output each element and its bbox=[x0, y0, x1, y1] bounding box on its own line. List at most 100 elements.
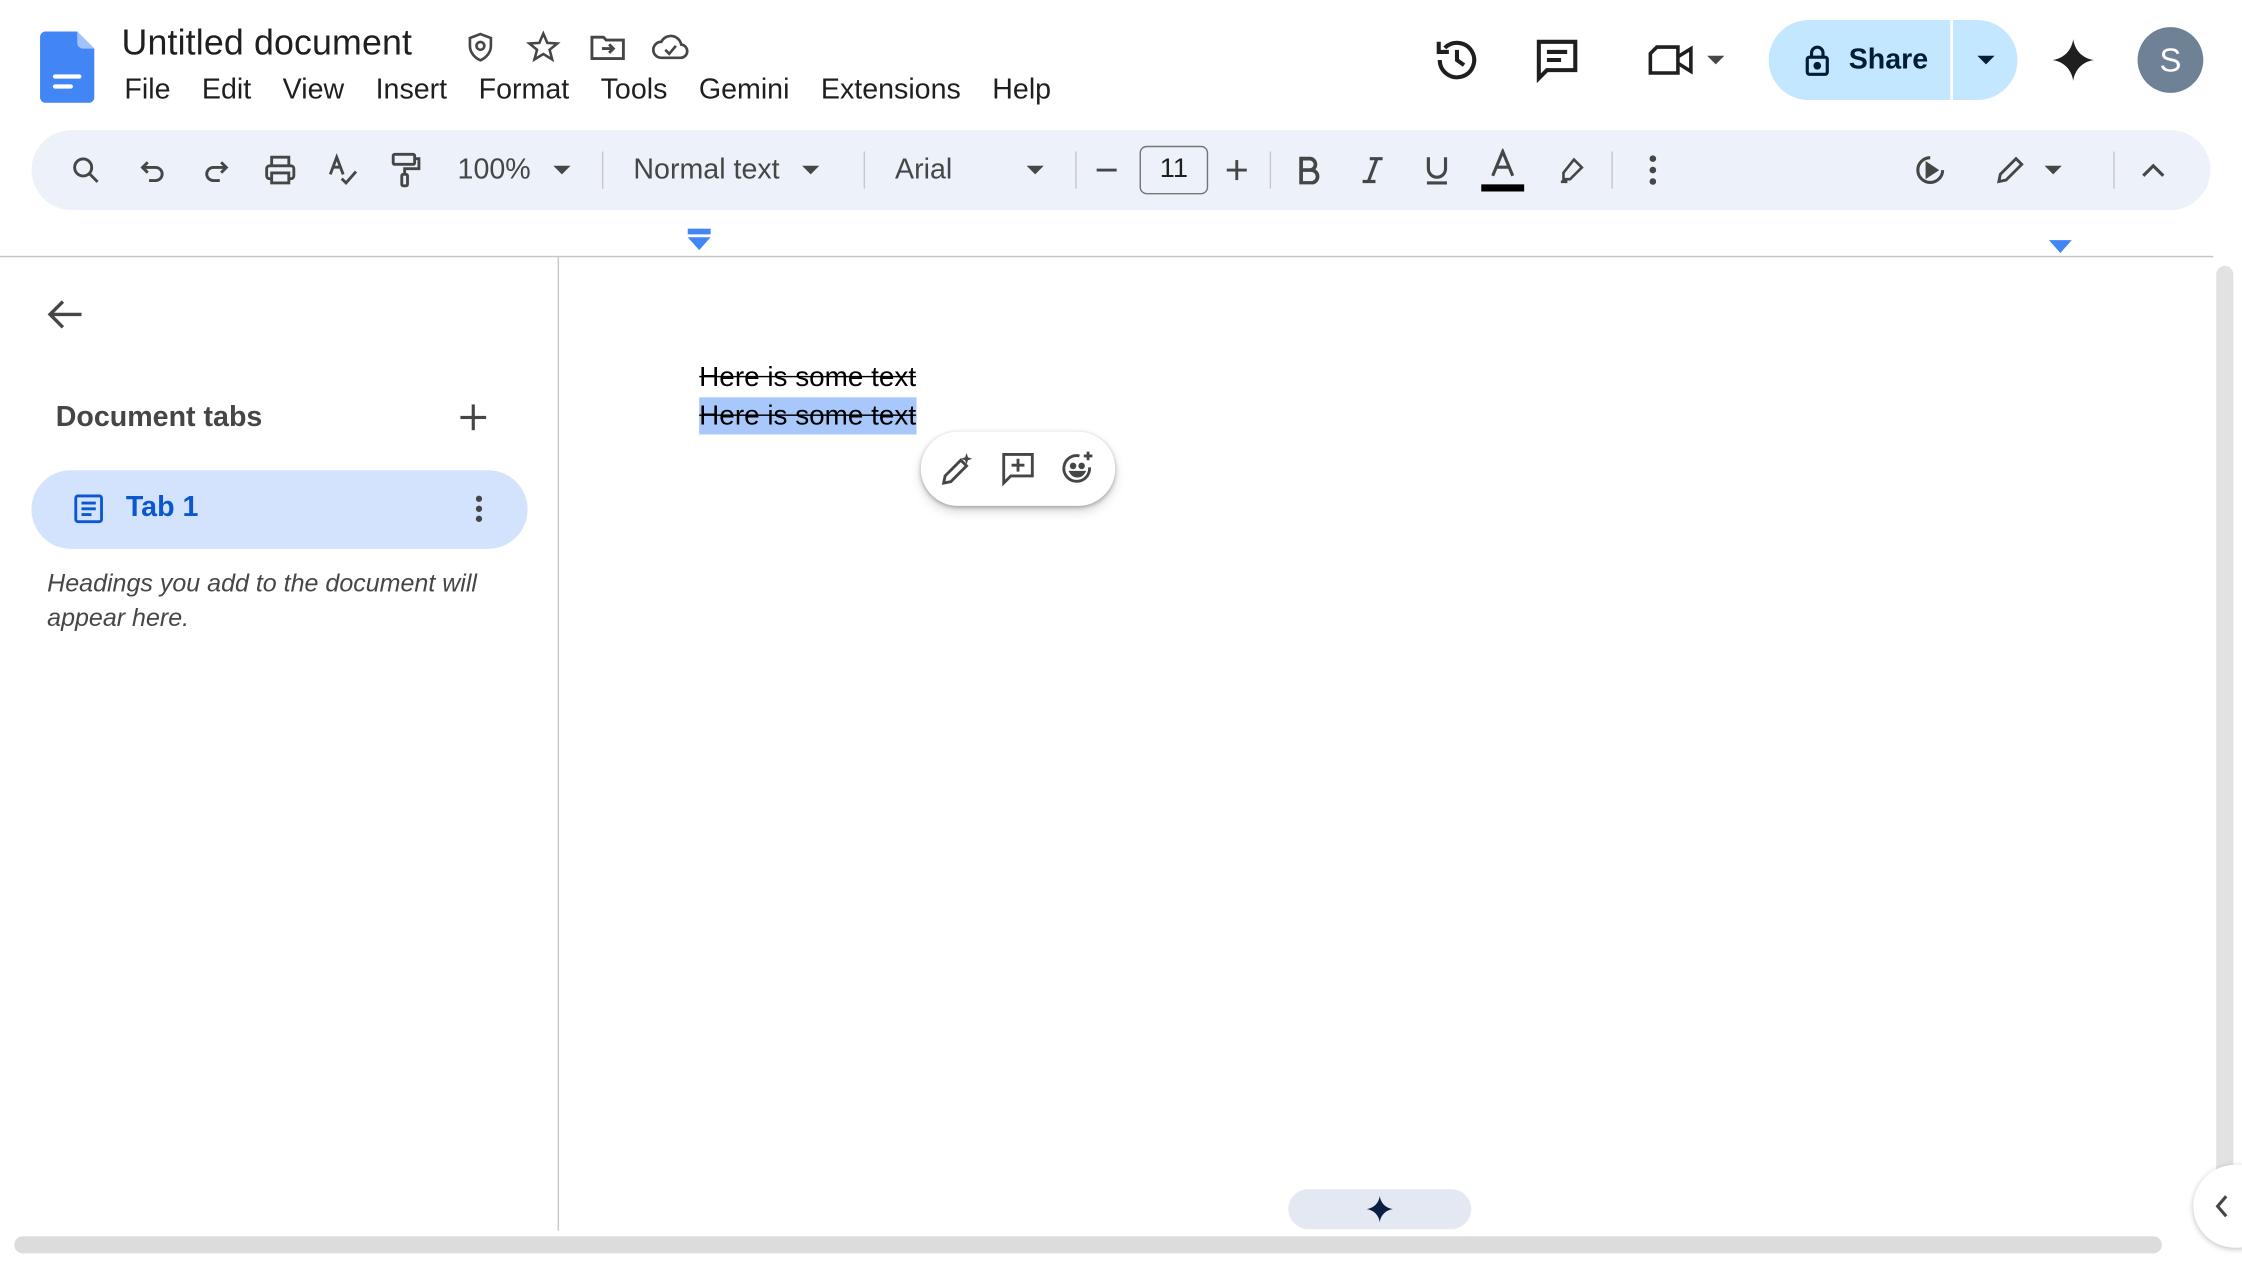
underline-button[interactable] bbox=[1411, 144, 1462, 195]
search-icon bbox=[70, 154, 101, 185]
help-me-write-icon bbox=[939, 450, 976, 487]
edit-mode-icon bbox=[1993, 153, 2027, 187]
horizontal-scrollbar[interactable] bbox=[14, 1236, 2162, 1254]
paint-format-button[interactable] bbox=[380, 144, 431, 195]
star-icon[interactable] bbox=[525, 29, 562, 66]
meet-icon bbox=[1647, 40, 1696, 80]
ruler-right-indent-marker[interactable] bbox=[2047, 237, 2073, 254]
undo-icon bbox=[137, 154, 168, 185]
toolbar: 100% Normal text Arial bbox=[31, 130, 2211, 211]
avatar[interactable]: S bbox=[2137, 27, 2204, 93]
help-me-write-button[interactable] bbox=[934, 444, 983, 493]
bold-button[interactable] bbox=[1283, 144, 1334, 195]
more-vert-icon bbox=[1649, 154, 1658, 185]
gemini-prompt-button[interactable] bbox=[1288, 1189, 1472, 1230]
menu-edit[interactable]: Edit bbox=[186, 71, 267, 111]
italic-button[interactable] bbox=[1347, 144, 1398, 195]
side-panel-toggle-button[interactable] bbox=[2193, 1164, 2242, 1248]
chevron-down-icon bbox=[1026, 165, 1044, 175]
chevron-down-icon bbox=[1707, 55, 1725, 65]
add-icon bbox=[1224, 157, 1250, 183]
highlight-color-button[interactable] bbox=[1546, 144, 1597, 195]
menu-file[interactable]: File bbox=[109, 71, 187, 111]
text-color-button[interactable] bbox=[1477, 144, 1528, 195]
back-arrow-icon bbox=[47, 297, 84, 331]
share-dropdown-button[interactable] bbox=[1953, 20, 2018, 101]
undo-button[interactable] bbox=[127, 144, 178, 195]
menu-format[interactable]: Format bbox=[463, 71, 585, 111]
add-comment-icon bbox=[999, 450, 1036, 487]
zoom-value: 100% bbox=[457, 153, 531, 186]
lock-icon bbox=[1803, 43, 1832, 77]
document-text-line-selected[interactable]: Here is some text bbox=[699, 397, 917, 435]
chevron-down-icon bbox=[802, 165, 820, 175]
version-history-icon bbox=[1433, 36, 1482, 85]
docs-logo-icon[interactable] bbox=[40, 31, 95, 103]
menu-gemini[interactable]: Gemini bbox=[683, 71, 805, 111]
menu-help[interactable]: Help bbox=[977, 71, 1067, 111]
menu-insert[interactable]: Insert bbox=[360, 71, 463, 111]
selection-action-bar bbox=[920, 431, 1116, 506]
paragraph-style-select[interactable]: Normal text bbox=[633, 141, 820, 198]
security-icon[interactable] bbox=[462, 29, 499, 66]
redo-button[interactable] bbox=[190, 144, 241, 195]
search-menus-button[interactable] bbox=[60, 144, 111, 195]
version-history-button[interactable] bbox=[1426, 29, 1489, 92]
font-family-select[interactable]: Arial bbox=[895, 141, 1044, 198]
gemini-assist-button[interactable] bbox=[1904, 144, 1955, 195]
document-tabs-title: Document tabs bbox=[55, 401, 263, 434]
toolbar-divider bbox=[1611, 151, 1613, 189]
document-title[interactable]: Untitled document bbox=[122, 23, 413, 64]
sidebar-tab-item[interactable]: Tab 1 bbox=[31, 470, 528, 549]
ruler-indent-marker[interactable] bbox=[686, 226, 712, 255]
menu-tools[interactable]: Tools bbox=[585, 71, 683, 111]
more-options-button[interactable] bbox=[1627, 144, 1678, 195]
underline-icon bbox=[1423, 154, 1452, 185]
gemini-button[interactable] bbox=[2042, 29, 2105, 92]
minus-icon bbox=[1094, 157, 1120, 183]
toolbar-divider bbox=[601, 151, 604, 189]
add-tab-button[interactable] bbox=[448, 392, 499, 443]
toolbar-divider bbox=[1075, 151, 1077, 189]
editing-mode-select[interactable] bbox=[1993, 141, 2062, 198]
add-emoji-reaction-button[interactable] bbox=[1054, 444, 1103, 493]
vertical-scrollbar[interactable] bbox=[2216, 265, 2234, 1210]
paragraph-style-value: Normal text bbox=[633, 153, 780, 186]
increase-font-size-button[interactable] bbox=[1211, 144, 1262, 195]
chevron-down-icon bbox=[1976, 55, 1994, 65]
add-icon bbox=[459, 403, 488, 432]
print-icon bbox=[263, 153, 297, 187]
decrease-font-size-button[interactable] bbox=[1081, 144, 1132, 195]
share-button[interactable]: Share bbox=[1768, 20, 1951, 101]
move-folder-icon[interactable] bbox=[589, 29, 626, 66]
tab-options-button[interactable] bbox=[455, 484, 504, 533]
add-comment-button[interactable] bbox=[994, 444, 1043, 493]
chevron-left-icon bbox=[2208, 1192, 2237, 1221]
print-button[interactable] bbox=[255, 144, 306, 195]
meet-button[interactable] bbox=[1639, 29, 1733, 92]
chevron-down-icon bbox=[553, 165, 571, 175]
spellcheck-button[interactable] bbox=[317, 144, 368, 195]
emoji-icon bbox=[1059, 450, 1096, 487]
menu-extensions[interactable]: Extensions bbox=[805, 71, 976, 111]
gemini-icon bbox=[1365, 1195, 1394, 1224]
document-icon bbox=[71, 492, 105, 526]
collapse-icon bbox=[2140, 161, 2166, 178]
font-size-input[interactable] bbox=[1139, 145, 1209, 195]
italic-icon bbox=[1360, 156, 1386, 185]
tabs-hint-text: Headings you add to the document will ap… bbox=[47, 568, 477, 632]
redo-icon bbox=[200, 154, 231, 185]
tab-label: Tab 1 bbox=[125, 491, 199, 524]
more-vert-icon bbox=[475, 495, 484, 524]
back-button[interactable] bbox=[37, 286, 94, 343]
zoom-select[interactable]: 100% bbox=[458, 141, 571, 198]
menu-view[interactable]: View bbox=[267, 71, 360, 111]
document-text-line[interactable]: Here is some text bbox=[699, 359, 916, 396]
comments-button[interactable] bbox=[1526, 29, 1589, 92]
cloud-saved-icon[interactable] bbox=[652, 29, 689, 66]
paint-format-icon bbox=[389, 151, 423, 188]
collapse-menus-button[interactable] bbox=[2128, 144, 2179, 195]
text-color-icon bbox=[1480, 148, 1526, 192]
font-family-value: Arial bbox=[895, 153, 953, 186]
gemini-spark-icon bbox=[1912, 151, 1949, 188]
